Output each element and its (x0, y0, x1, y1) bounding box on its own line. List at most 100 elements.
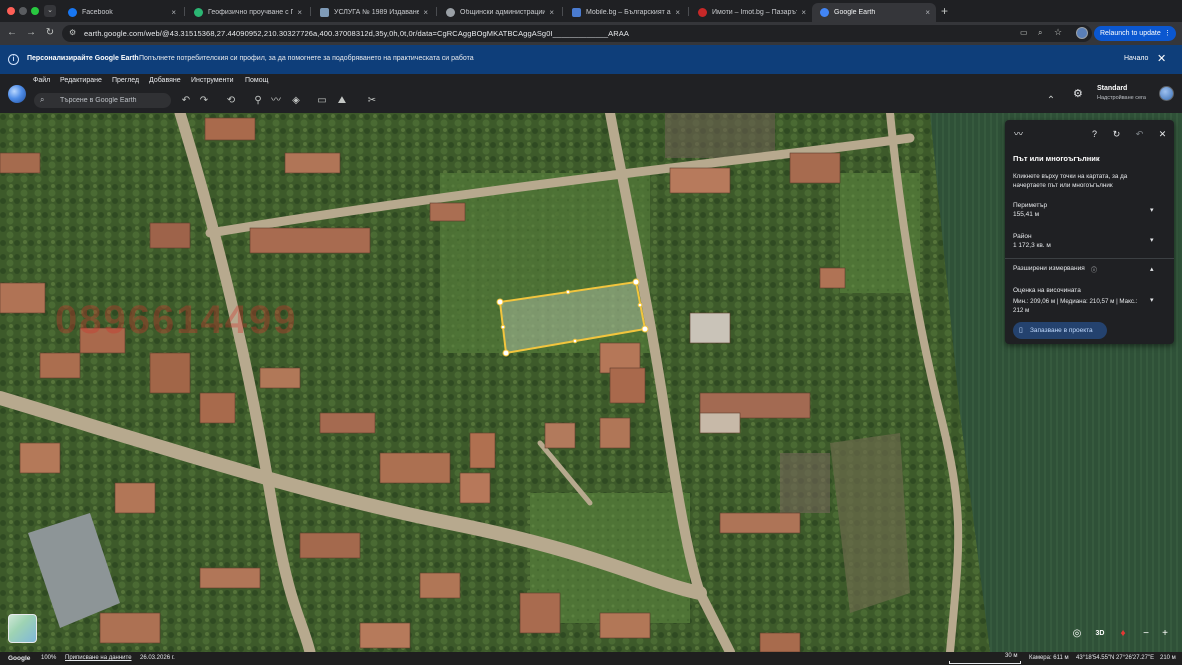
google-earth-favicon-icon (820, 8, 829, 17)
banner-title: Персонализирайте Google Earth (27, 55, 139, 62)
polygon-vertex-handle[interactable] (632, 278, 640, 286)
compass-icon[interactable]: ♦ (1115, 626, 1131, 642)
polygon-vertex-handle[interactable] (641, 325, 649, 333)
menu-view[interactable]: Преглед (112, 77, 139, 84)
close-icon[interactable]: ✕ (1157, 129, 1168, 140)
close-tab-icon[interactable]: × (549, 8, 554, 17)
menu-add[interactable]: Добавяне (149, 77, 181, 84)
address-bar[interactable]: ⚙ earth.google.com/web/@43.31515368,27.4… (62, 25, 1092, 42)
polygon-midpoint-handle[interactable] (565, 289, 571, 295)
advanced-measurements-label: Разширени измервания (1013, 265, 1085, 272)
close-tab-icon[interactable]: × (925, 8, 930, 17)
search-bar[interactable]: ⌕ (34, 93, 171, 108)
chevron-down-icon[interactable]: ▾ (1150, 296, 1154, 304)
scale-bar (949, 661, 1021, 664)
close-tab-icon[interactable]: × (171, 8, 176, 17)
zoom-out-icon[interactable]: − (1138, 626, 1154, 642)
chevron-down-icon[interactable]: ▾ (1150, 206, 1154, 214)
close-window-button[interactable] (7, 7, 15, 15)
tab-label: Facebook (82, 9, 113, 16)
maximize-window-button[interactable] (31, 7, 39, 15)
chevron-down-icon[interactable]: ▾ (1150, 236, 1154, 244)
facebook-favicon-icon (68, 8, 77, 17)
tab-mobile-bg[interactable]: Mobile.bg – Българският ав × (564, 3, 686, 22)
image-overlay-icon[interactable]: ⛰ (336, 95, 348, 107)
scale-label: 30 м (1005, 653, 1018, 659)
tab-google-earth[interactable]: Google Earth × (812, 3, 936, 22)
polygon-midpoint-handle[interactable] (572, 338, 578, 344)
collapse-chevron-icon[interactable]: ⌃ (1045, 95, 1057, 107)
forward-button[interactable]: → (25, 27, 37, 39)
undo-icon[interactable]: ↶ (1134, 129, 1145, 140)
install-app-icon[interactable]: ▭ (1020, 28, 1028, 37)
tab-search-icon[interactable]: ⌄ (44, 5, 56, 17)
new-tab-button[interactable]: + (941, 4, 948, 18)
view-style-title[interactable]: Standard (1097, 85, 1127, 92)
back-button[interactable]: ← (6, 27, 18, 39)
reload-button[interactable]: ↻ (44, 27, 56, 39)
help-icon[interactable]: ? (1089, 129, 1100, 140)
perimeter-value: 155,41 м (1013, 211, 1040, 218)
map-style-thumbnail[interactable] (8, 614, 37, 643)
earth-toolbar: Файл Редактиране Преглед Добавяне Инстру… (0, 74, 1182, 113)
minimize-window-button[interactable] (19, 7, 27, 15)
zoom-in-icon[interactable]: + (1157, 626, 1173, 642)
reset-icon[interactable]: ↻ (1111, 129, 1122, 140)
url-text[interactable]: earth.google.com/web/@43.31515368,27.440… (84, 25, 629, 42)
tab-facebook[interactable]: Facebook × (60, 3, 182, 22)
banner-text: Попълнете потребителския си профил, за д… (139, 55, 474, 62)
close-icon[interactable]: ✕ (1157, 52, 1166, 65)
search-input[interactable] (58, 93, 168, 108)
bookmark-star-icon[interactable]: ☆ (1054, 27, 1062, 38)
undo-icon[interactable]: ↶ (180, 95, 192, 107)
close-tab-icon[interactable]: × (801, 8, 806, 17)
polygon-vertex-handle[interactable] (502, 349, 510, 357)
polygon-vertex-handle[interactable] (496, 298, 504, 306)
upgrade-now-link[interactable]: Надстройване сега (1097, 95, 1146, 101)
tab-imot-bg[interactable]: Имоти – Imot.bg – Пазарът н × (690, 3, 812, 22)
polygon-midpoint-handle[interactable] (637, 302, 643, 308)
toggle-3d-button[interactable]: 3D (1092, 626, 1108, 642)
tab-label: Общински администрации (460, 9, 546, 16)
save-to-project-button[interactable]: ▯ Запазване в проекта (1013, 322, 1107, 339)
data-attribution-link[interactable]: Приписване на данните (65, 655, 132, 661)
banner-start-link[interactable]: Начало (1124, 55, 1148, 62)
site-info-icon[interactable]: ⚙ (69, 28, 76, 37)
close-tab-icon[interactable]: × (423, 8, 428, 17)
google-earth-logo[interactable] (8, 85, 26, 103)
chevron-up-icon[interactable]: ▴ (1150, 265, 1154, 273)
info-icon: i (8, 54, 19, 65)
my-location-icon[interactable]: ◎ (1069, 626, 1085, 642)
relaunch-to-update-button[interactable]: Relaunch to update ⋮ (1094, 26, 1176, 41)
tab-municipal-administrations[interactable]: Общински администрации × (438, 3, 560, 22)
menu-edit[interactable]: Редактиране (60, 77, 102, 84)
history-icon[interactable]: ⟲ (225, 95, 237, 107)
search-icon: ⌕ (40, 95, 45, 104)
tab-service-1989[interactable]: УСЛУГА № 1989 Издаване н × (312, 3, 434, 22)
menu-file[interactable]: Файл (33, 77, 50, 84)
settings-gear-icon[interactable]: ⚙ (1073, 87, 1083, 100)
profile-avatar[interactable] (1076, 27, 1088, 39)
close-tab-icon[interactable]: × (675, 8, 680, 17)
menu-help[interactable]: Помощ (245, 77, 268, 84)
path-polygon-icon: 〰 (1013, 129, 1023, 139)
browser-toolbar: ← → ↻ ⚙ earth.google.com/web/@43.3151536… (0, 22, 1182, 45)
google-logo: Google (8, 655, 31, 662)
close-tab-icon[interactable]: × (297, 8, 302, 17)
more-options-icon[interactable]: ⋮ (1164, 26, 1171, 41)
menu-tools[interactable]: Инструменти (191, 77, 234, 84)
avatar[interactable] (1159, 86, 1174, 101)
divider (1005, 258, 1174, 259)
draw-path-icon[interactable]: 〰 (270, 95, 282, 107)
info-icon[interactable]: ⓘ (1091, 265, 1097, 274)
cursor-coordinates: 43°18'54.55"N 27°26'27.27"E (1076, 655, 1155, 661)
area-value: 1 172,3 кв. м (1013, 242, 1051, 249)
measure-tool-icon[interactable]: ✂ (366, 95, 378, 107)
zoom-icon[interactable]: ⌕ (1038, 28, 1042, 38)
polygon-midpoint-handle[interactable] (500, 324, 506, 330)
redo-icon[interactable]: ↷ (198, 95, 210, 107)
placemark-icon[interactable]: ⚲ (252, 95, 264, 107)
tab-geophysics[interactable]: Геофизично проучване с Ге × (186, 3, 308, 22)
ruler-icon[interactable]: ▭ (316, 95, 328, 107)
layers-add-icon[interactable]: ◈ (290, 95, 302, 107)
